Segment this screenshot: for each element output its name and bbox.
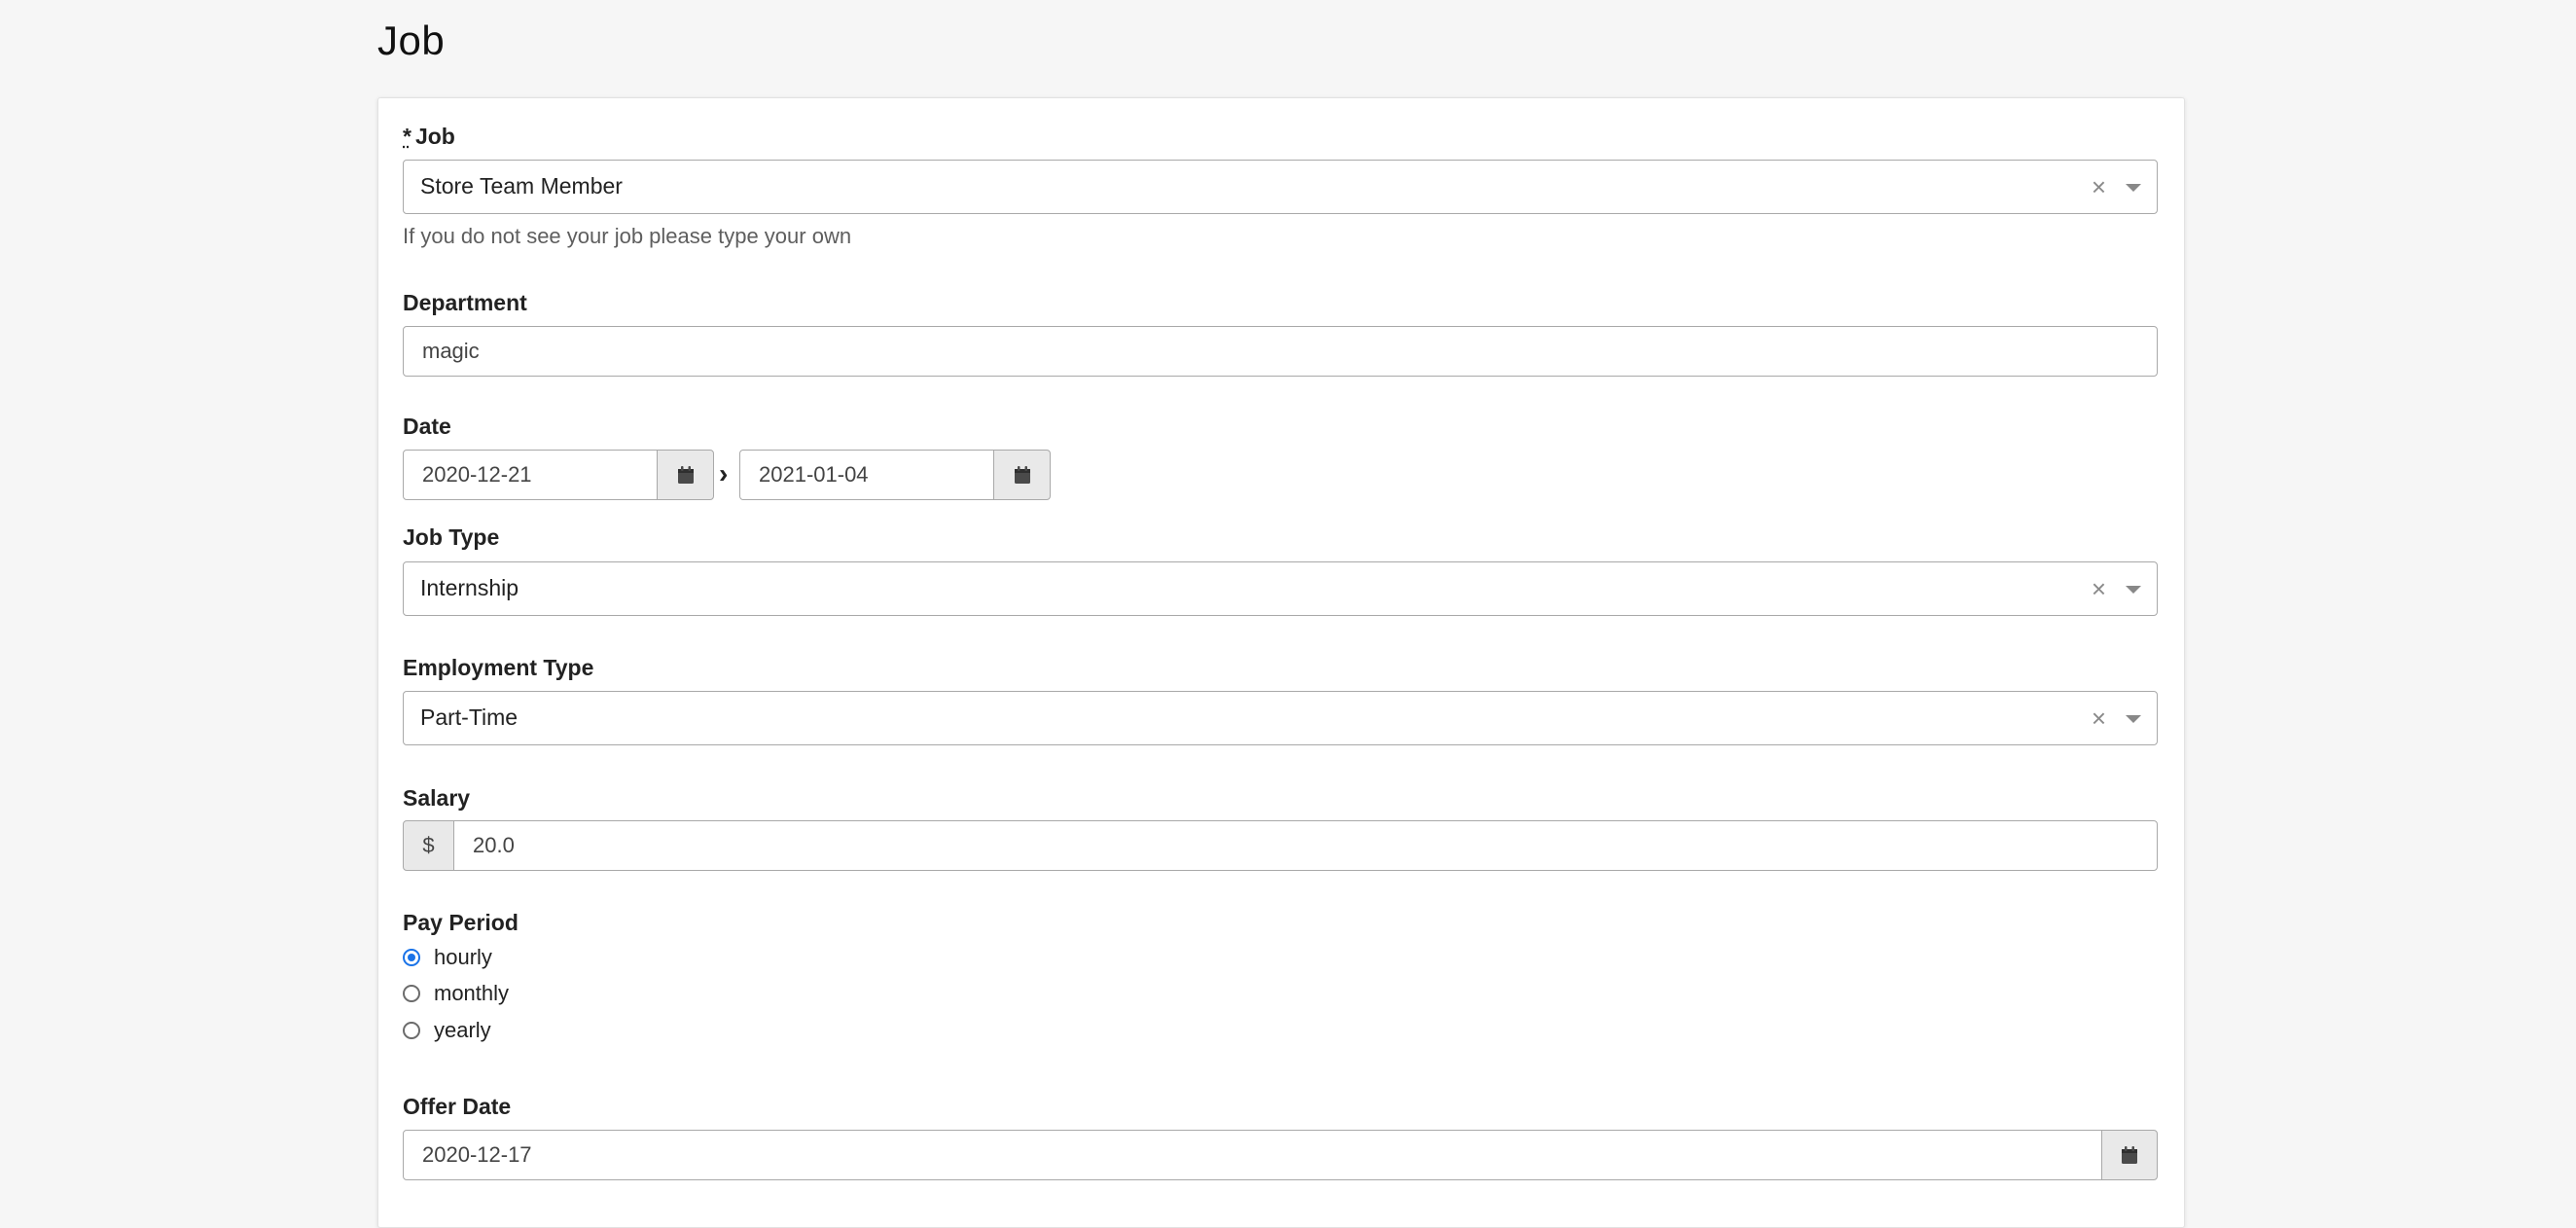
- employment-type-select-value: Part-Time: [420, 704, 519, 730]
- radio-label: monthly: [434, 981, 510, 1005]
- date-label: Date: [403, 414, 451, 439]
- job-type-select[interactable]: Internship ×: [403, 561, 2158, 616]
- job-select[interactable]: Store Team Member ×: [403, 160, 2158, 214]
- date-range-separator: ›: [719, 458, 729, 488]
- employment-type-select[interactable]: Part-Time ×: [403, 691, 2158, 745]
- job-label: * Job: [403, 124, 455, 150]
- start-date-input[interactable]: [403, 450, 658, 500]
- offer-date-calendar-button[interactable]: [2101, 1130, 2158, 1180]
- pay-period-option-hourly[interactable]: hourly: [403, 945, 492, 970]
- offer-date-label: Offer Date: [403, 1094, 512, 1119]
- radio-button[interactable]: [403, 985, 420, 1002]
- calendar-icon: [2122, 1146, 2137, 1164]
- close-icon[interactable]: ×: [2092, 171, 2106, 202]
- currency-addon: $: [403, 820, 454, 871]
- close-icon[interactable]: ×: [2092, 703, 2106, 734]
- calendar-icon: [1014, 466, 1030, 484]
- pay-period-option-yearly[interactable]: yearly: [403, 1018, 491, 1043]
- page-title: Job: [377, 18, 446, 63]
- pay-period-option-monthly[interactable]: monthly: [403, 981, 509, 1006]
- close-icon[interactable]: ×: [2092, 573, 2106, 604]
- chevron-down-icon[interactable]: [2126, 715, 2141, 723]
- salary-label: Salary: [403, 785, 471, 811]
- radio-button[interactable]: [403, 1022, 420, 1039]
- department-input[interactable]: [403, 326, 2158, 377]
- end-date-input[interactable]: [739, 450, 994, 500]
- employment-type-label: Employment Type: [403, 655, 594, 680]
- chevron-down-icon[interactable]: [2126, 586, 2141, 594]
- offer-date-input[interactable]: [403, 1130, 2102, 1180]
- radio-label: yearly: [434, 1018, 491, 1042]
- department-label: Department: [403, 290, 527, 315]
- required-mark: *: [403, 124, 411, 149]
- job-label-text: Job: [414, 124, 455, 149]
- pay-period-label: Pay Period: [403, 910, 519, 935]
- job-type-select-value: Internship: [420, 575, 519, 600]
- start-date-calendar-button[interactable]: [657, 450, 714, 500]
- job-help-text: If you do not see your job please type y…: [403, 224, 852, 248]
- calendar-icon: [677, 466, 694, 484]
- radio-button-checked[interactable]: [403, 949, 420, 966]
- job-form-card: * Job Store Team Member × If you do not s…: [377, 97, 2185, 1228]
- radio-label: hourly: [434, 945, 492, 969]
- job-select-value: Store Team Member: [420, 173, 623, 199]
- salary-input[interactable]: [453, 820, 2158, 871]
- chevron-down-icon[interactable]: [2126, 184, 2141, 192]
- job-type-label: Job Type: [403, 524, 500, 550]
- end-date-calendar-button[interactable]: [993, 450, 1051, 500]
